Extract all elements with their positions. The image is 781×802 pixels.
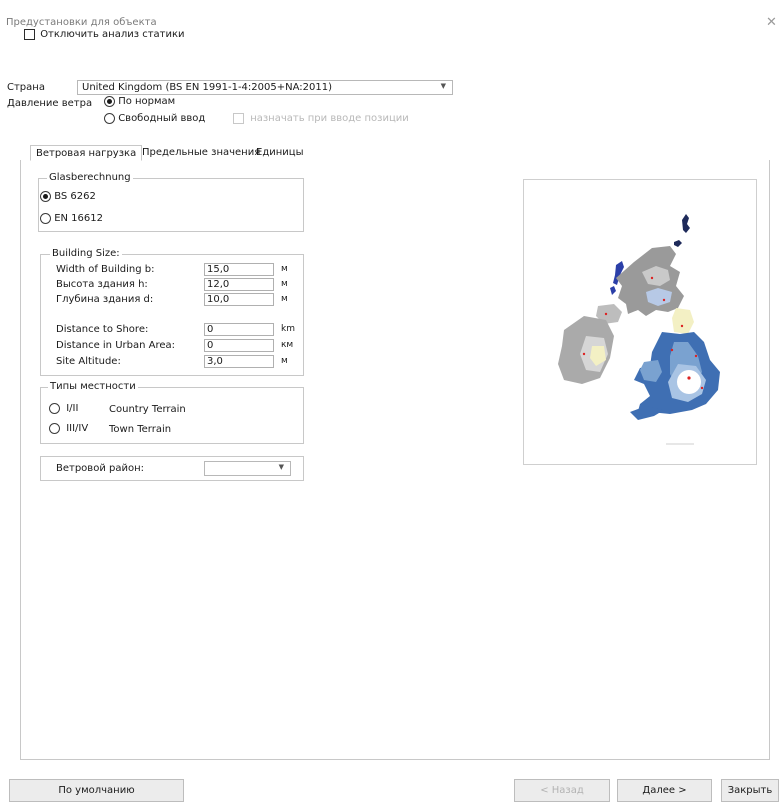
terrain-option-town[interactable]: III/IV	[49, 423, 88, 435]
building-group-title: Building Size:	[50, 248, 122, 259]
wind-by-norms-option[interactable]: По нормам	[104, 96, 175, 108]
terrain-country-label: Country Terrain	[109, 404, 186, 415]
wind-free-input-option[interactable]: Свободный ввод	[104, 113, 205, 125]
depth-input[interactable]: 10,0	[204, 293, 274, 306]
height-label: Высота здания h:	[56, 279, 148, 290]
disable-static-row[interactable]: Отключить анализ статики	[24, 29, 185, 41]
glass-option-en16612[interactable]: EN 16612	[40, 213, 103, 225]
wind-zone-select[interactable]: ▼	[204, 461, 291, 476]
shore-input[interactable]: 0	[204, 323, 274, 336]
close-button[interactable]: Закрыть	[721, 779, 779, 802]
wind-by-norms-radio[interactable]	[104, 96, 115, 107]
country-select[interactable]: United Kingdom (BS EN 1991-1-4:2005+NA:2…	[77, 80, 453, 95]
disable-static-checkbox[interactable]	[24, 29, 35, 40]
terrain-group-title: Типы местности	[48, 381, 138, 392]
defaults-button[interactable]: По умолчанию	[9, 779, 184, 802]
shore-label: Distance to Shore:	[56, 324, 149, 335]
uk-wind-map	[523, 179, 757, 465]
glass-en16612-label: EN 16612	[54, 213, 103, 224]
altitude-input[interactable]: 3,0	[204, 355, 274, 368]
width-input[interactable]: 15,0	[204, 263, 274, 276]
tab-units[interactable]: Единицы	[251, 145, 308, 161]
assign-on-position-label: назначать при вводе позиции	[250, 113, 409, 124]
urban-label: Distance in Urban Area:	[56, 340, 176, 351]
assign-on-position-option[interactable]: назначать при вводе позиции	[233, 113, 409, 125]
depth-unit: м	[281, 294, 288, 304]
assign-on-position-checkbox[interactable]	[233, 113, 244, 124]
height-unit: м	[281, 279, 288, 289]
width-label: Width of Building b:	[56, 264, 155, 275]
terrain-group	[40, 387, 304, 444]
country-label: Страна	[7, 82, 45, 93]
terrain-town-code: III/IV	[66, 423, 89, 434]
tab-limit-values[interactable]: Предельные значения	[137, 145, 265, 161]
wind-free-input-label: Свободный ввод	[118, 113, 206, 124]
terrain-town-radio[interactable]	[49, 423, 60, 434]
wind-free-input-radio[interactable]	[104, 113, 115, 124]
altitude-unit: м	[281, 356, 288, 366]
urban-input[interactable]: 0	[204, 339, 274, 352]
chevron-down-icon: ▼	[440, 82, 446, 90]
glass-en16612-radio[interactable]	[40, 213, 51, 224]
wind-zone-label: Ветровой район:	[56, 463, 144, 474]
back-button[interactable]: < Назад	[514, 779, 610, 802]
glass-group-title: Glasberechnung	[47, 172, 133, 183]
depth-label: Глубина здания d:	[56, 294, 154, 305]
width-unit: м	[281, 264, 288, 274]
terrain-town-label: Town Terrain	[109, 424, 172, 435]
uk-wind-map-image	[558, 214, 720, 445]
glass-bs6262-label: BS 6262	[54, 191, 96, 202]
terrain-country-radio[interactable]	[49, 403, 60, 414]
country-value: United Kingdom (BS EN 1991-1-4:2005+NA:2…	[82, 82, 332, 93]
close-icon[interactable]: ✕	[766, 15, 777, 30]
chevron-down-icon: ▼	[278, 463, 284, 471]
terrain-country-code: I/II	[66, 403, 79, 414]
shore-unit: km	[281, 324, 295, 334]
disable-static-label: Отключить анализ статики	[40, 29, 185, 40]
altitude-label: Site Altitude:	[56, 356, 121, 367]
wind-pressure-label: Давление ветра	[7, 98, 93, 109]
terrain-option-country[interactable]: I/II	[49, 403, 78, 415]
dialog-title: Предустановки для объекта	[6, 17, 157, 28]
height-input[interactable]: 12,0	[204, 278, 274, 291]
glass-bs6262-radio[interactable]	[40, 191, 51, 202]
glass-option-bs6262[interactable]: BS 6262	[40, 191, 96, 203]
next-button[interactable]: Далее >	[617, 779, 712, 802]
urban-unit: км	[281, 340, 294, 350]
tab-wind-load[interactable]: Ветровая нагрузка	[30, 145, 143, 161]
wind-by-norms-label: По нормам	[118, 96, 176, 107]
